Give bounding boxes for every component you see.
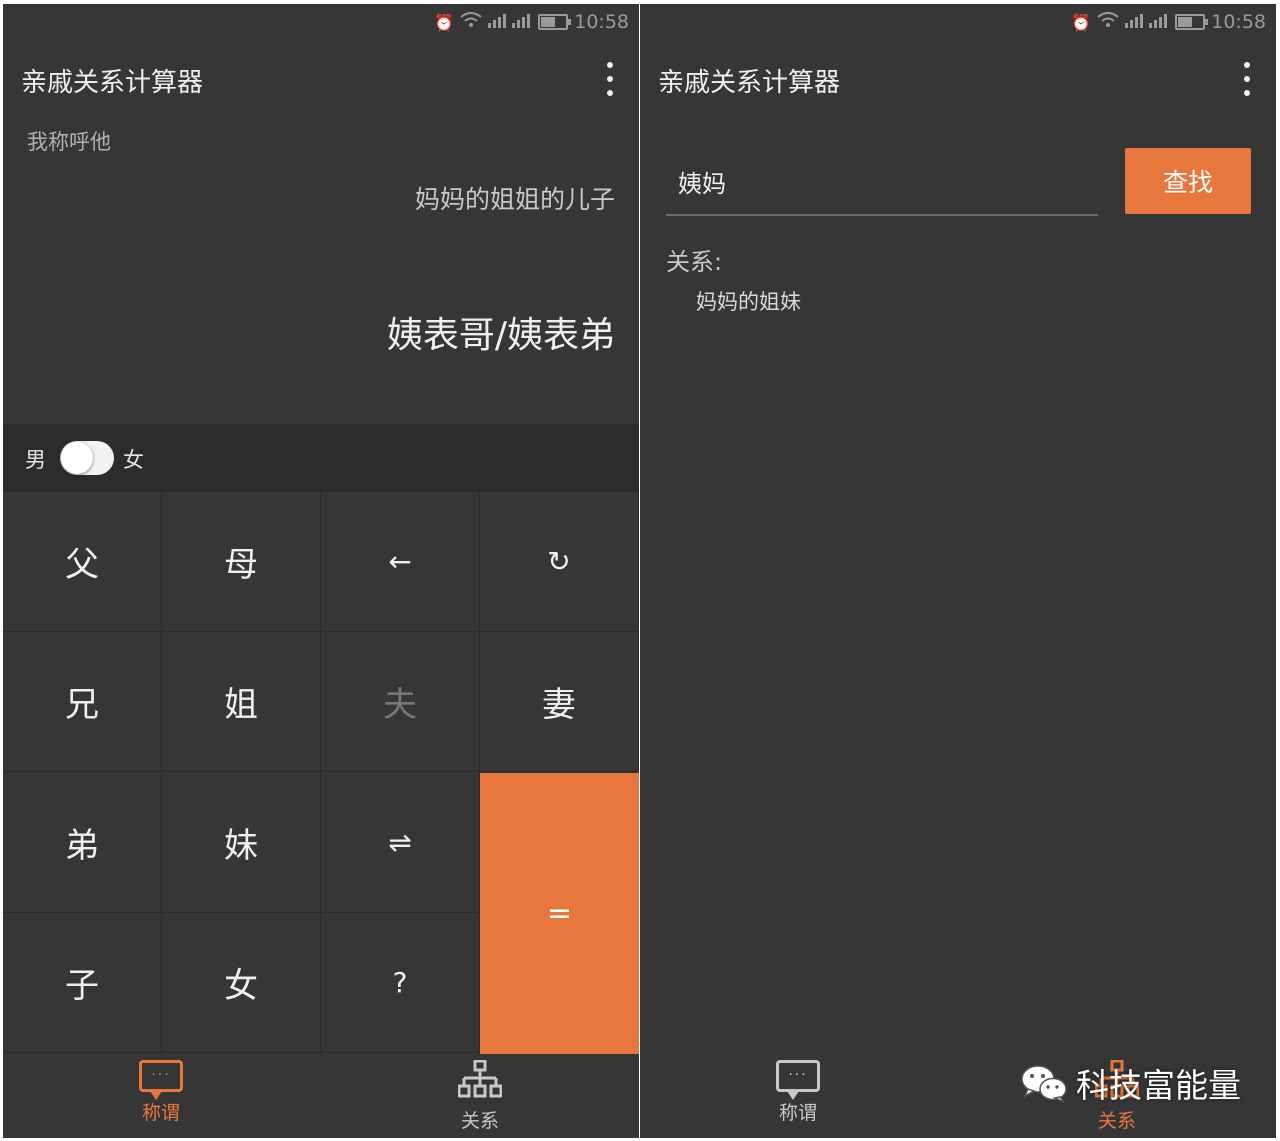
app-title: 亲戚关系计算器 <box>658 68 841 98</box>
prompt-label: 我称呼他 <box>27 130 111 154</box>
alarm-icon: ⏰ <box>1071 12 1092 32</box>
relation-label: 关系: <box>666 248 723 276</box>
app-bar: 亲戚关系计算器 <box>640 54 1276 104</box>
signal-icon <box>488 13 532 32</box>
wifi-icon <box>460 12 482 32</box>
wifi-icon <box>1097 12 1119 32</box>
relation-value: 妈妈的姐妹 <box>696 290 801 314</box>
key-swap[interactable]: ⇌ <box>321 773 480 913</box>
key-backspace[interactable]: ← <box>321 492 480 632</box>
right-phone-screen: ⏰ 10:58 亲戚关系计算器 查找 关系: 妈妈的姐妹 ··· 称谓 关系 <box>640 4 1276 1138</box>
tab-label: 称谓 <box>141 1102 180 1124</box>
overflow-menu-icon[interactable] <box>1242 62 1252 96</box>
key-reset[interactable]: ↻ <box>480 492 639 632</box>
battery-icon <box>538 14 572 30</box>
tab-label: 称谓 <box>778 1102 817 1124</box>
gender-female-label: 女 <box>123 448 144 472</box>
tab-titles[interactable]: ··· 称谓 <box>101 1060 221 1125</box>
wechat-icon <box>1021 1065 1067 1103</box>
tree-icon <box>458 1060 502 1098</box>
status-bar: ⏰ 10:58 <box>434 4 629 40</box>
status-bar: ⏰ 10:58 <box>1071 4 1266 40</box>
chat-icon: ··· <box>139 1060 183 1100</box>
toggle-knob <box>61 442 93 474</box>
key-younger-brother[interactable]: 弟 <box>3 773 162 913</box>
battery-icon <box>1175 14 1209 30</box>
key-father[interactable]: 父 <box>3 492 162 632</box>
tab-relations[interactable]: 关系 <box>420 1060 540 1133</box>
watermark: 科技富能量 <box>1020 1058 1241 1108</box>
key-elder-brother[interactable]: 兄 <box>3 632 162 772</box>
key-younger-sister[interactable]: 妹 <box>162 773 321 913</box>
key-question[interactable]: ? <box>321 913 480 1053</box>
chat-icon: ··· <box>776 1060 820 1100</box>
status-time: 10:58 <box>574 11 629 33</box>
key-elder-sister[interactable]: 姐 <box>162 632 321 772</box>
relation-input-display: 妈妈的姐姐的儿子 <box>414 185 615 214</box>
alarm-icon: ⏰ <box>434 12 455 32</box>
overflow-menu-icon[interactable] <box>605 62 615 96</box>
key-daughter[interactable]: 女 <box>162 913 321 1053</box>
signal-icon <box>1125 13 1169 32</box>
keypad: 父 母 ← ↻ 兄 姐 夫 妻 弟 妹 ⇌ = 子 女 ? <box>3 492 639 1054</box>
key-husband[interactable]: 夫 <box>321 632 480 772</box>
tab-titles[interactable]: ··· 称谓 <box>738 1060 858 1125</box>
key-son[interactable]: 子 <box>3 913 162 1053</box>
gender-toggle[interactable] <box>60 441 114 475</box>
status-time: 10:58 <box>1211 11 1266 33</box>
search-input[interactable] <box>666 152 1098 210</box>
watermark-text: 科技富能量 <box>1076 1066 1241 1105</box>
result-display: 姨表哥/姨表弟 <box>386 315 615 356</box>
left-phone-screen: ⏰ 10:58 亲戚关系计算器 我称呼他 妈妈的姐姐的儿子 姨表哥/姨表弟 男 … <box>3 4 639 1138</box>
bottom-tab-bar: ··· 称谓 关系 <box>3 1054 639 1138</box>
key-wife[interactable]: 妻 <box>480 632 639 772</box>
search-button[interactable]: 查找 <box>1125 148 1251 214</box>
search-field <box>666 152 1098 216</box>
tab-label: 关系 <box>460 1110 499 1132</box>
app-title: 亲戚关系计算器 <box>21 68 204 98</box>
tab-label: 关系 <box>1097 1110 1136 1132</box>
app-bar: 亲戚关系计算器 <box>3 54 639 104</box>
gender-bar: 男 女 <box>3 424 639 492</box>
gender-male-label: 男 <box>25 448 46 472</box>
key-mother[interactable]: 母 <box>162 492 321 632</box>
key-equals[interactable]: = <box>480 773 639 1054</box>
